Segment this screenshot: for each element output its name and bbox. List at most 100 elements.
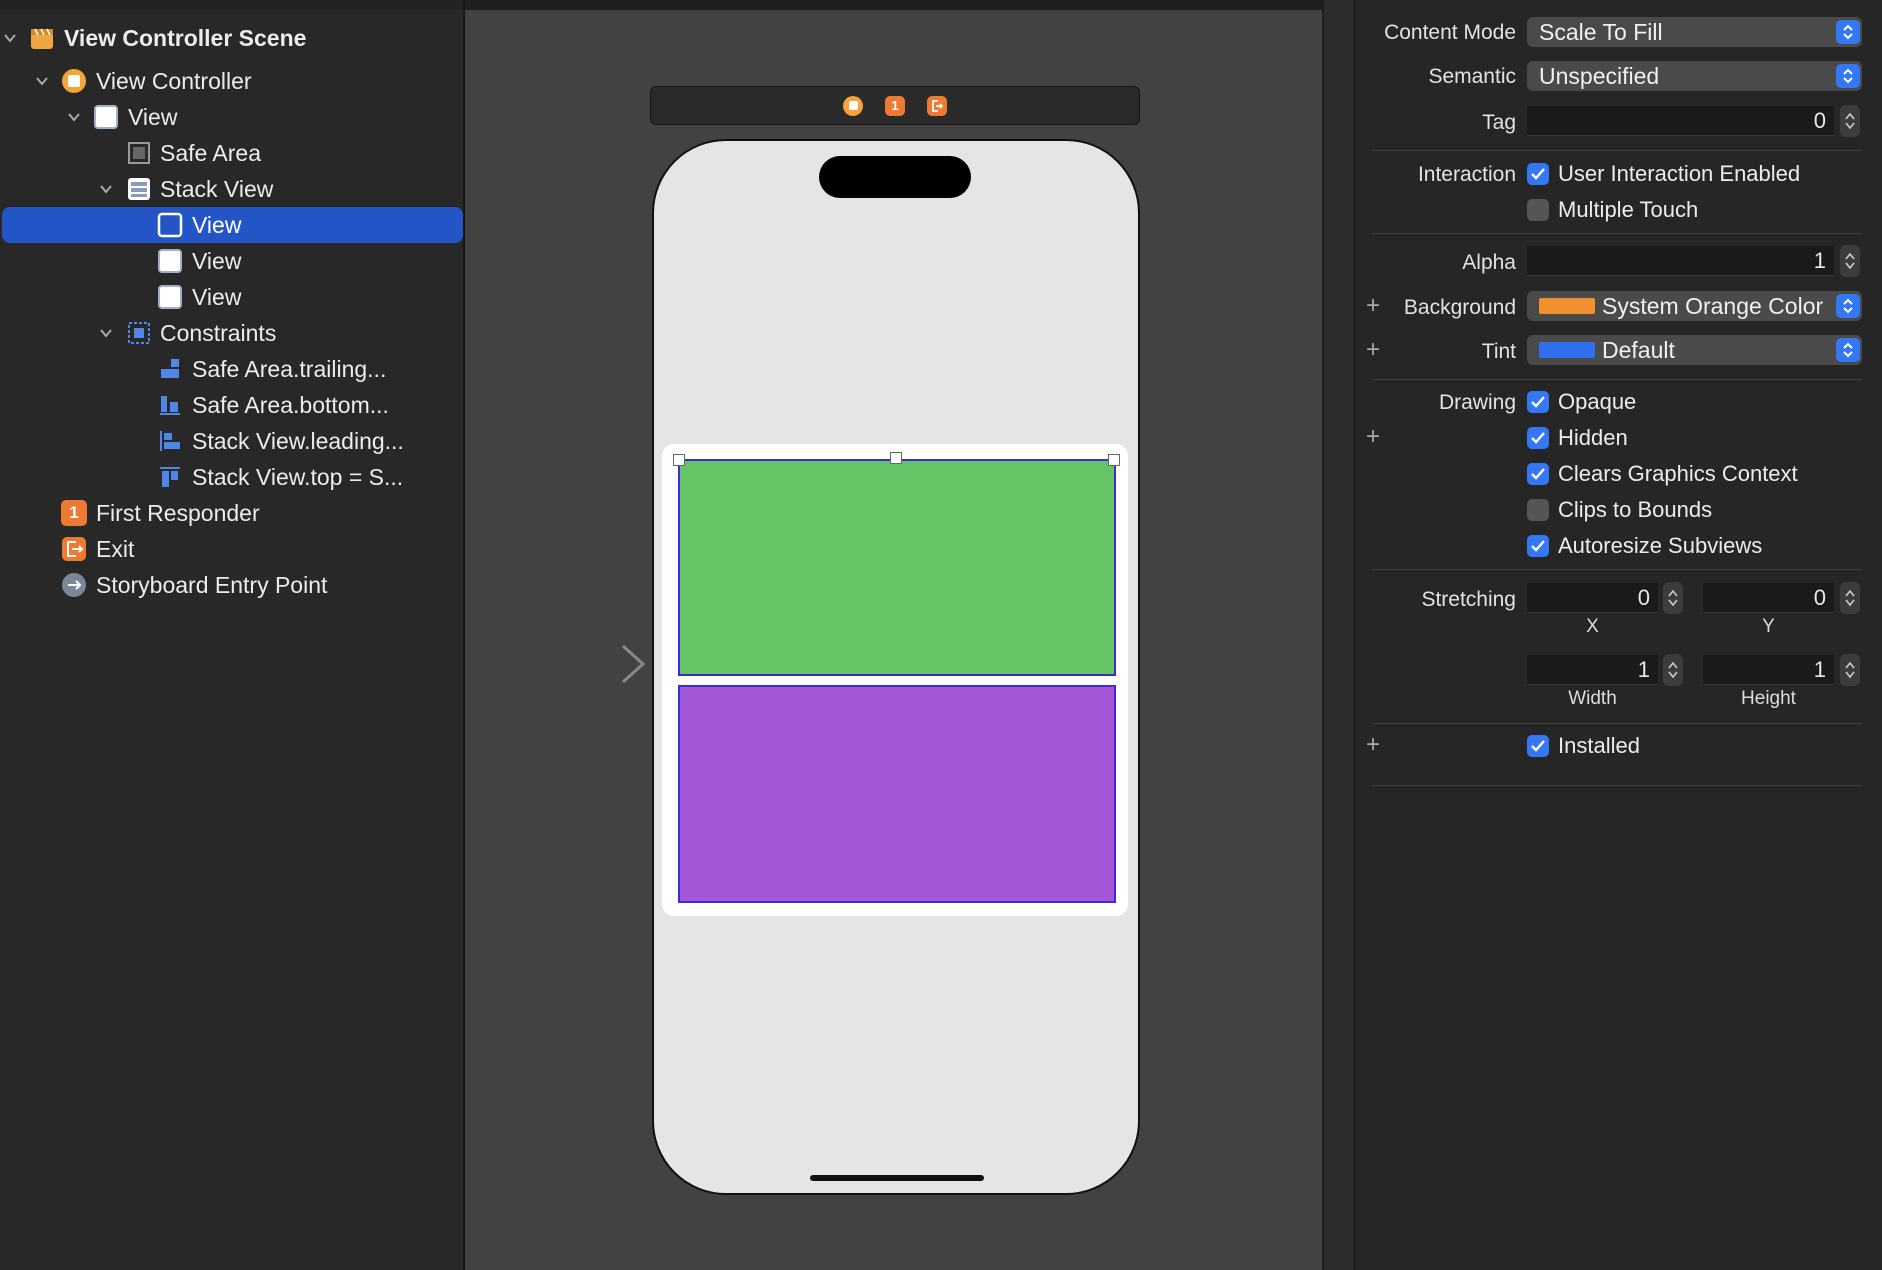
stepper-up-icon[interactable] xyxy=(1845,112,1855,120)
stretching-y-field[interactable]: 0 xyxy=(1703,583,1834,613)
stretching-width-field[interactable]: 1 xyxy=(1527,655,1658,685)
tint-color-popup[interactable]: Default xyxy=(1527,335,1862,365)
multiple-touch-checkbox[interactable] xyxy=(1527,199,1549,221)
iphone-frame[interactable] xyxy=(652,139,1140,1195)
outline-item-constraint[interactable]: Safe Area.trailing... xyxy=(0,351,463,387)
outline-item-label: View xyxy=(128,103,178,130)
stretching-x-field[interactable]: 0 xyxy=(1527,583,1658,613)
outline-item-label: Stack View.leading... xyxy=(192,427,404,454)
outline-item-label: Stack View xyxy=(160,175,274,202)
exit-icon[interactable] xyxy=(927,95,947,116)
alpha-field[interactable]: 1 xyxy=(1527,246,1834,276)
outline-item-root-view[interactable]: View xyxy=(0,99,463,135)
chevron-down-icon[interactable] xyxy=(96,179,116,199)
tag-stepper[interactable] xyxy=(1840,105,1860,137)
outline-top-strip xyxy=(0,0,463,10)
chevron-down-icon[interactable] xyxy=(96,323,116,343)
first-responder-icon: 1 xyxy=(61,500,87,526)
semantic-popup[interactable]: Unspecified xyxy=(1527,61,1862,91)
stepper-down-icon[interactable] xyxy=(1668,671,1678,679)
autoresize-subviews-label: Autoresize Subviews xyxy=(1558,533,1763,558)
outline-item-view[interactable]: View xyxy=(0,279,463,315)
stretching-height-field[interactable]: 1 xyxy=(1703,655,1834,685)
stepper-down-icon[interactable] xyxy=(1668,599,1678,607)
stepper-down-icon[interactable] xyxy=(1845,599,1855,607)
constraint-trailing-icon xyxy=(157,356,183,382)
tint-color-value: Default xyxy=(1602,336,1675,363)
stepper-down-icon[interactable] xyxy=(1845,262,1855,270)
autoresize-subviews-checkbox[interactable] xyxy=(1527,535,1549,557)
view-icon xyxy=(93,104,119,130)
add-variation-plus-icon[interactable]: + xyxy=(1366,731,1380,759)
entry-point-arrow-icon[interactable] xyxy=(527,644,647,684)
stepper-up-icon[interactable] xyxy=(1668,589,1678,597)
resize-handle[interactable] xyxy=(890,452,902,464)
clears-graphics-context-label: Clears Graphics Context xyxy=(1558,461,1798,486)
semantic-value: Unspecified xyxy=(1539,62,1660,89)
stepper-up-icon[interactable] xyxy=(1668,661,1678,669)
hidden-checkbox[interactable] xyxy=(1527,427,1549,449)
stretching-y-caption: Y xyxy=(1762,616,1775,637)
outline-item-first-responder[interactable]: 1 First Responder xyxy=(0,495,463,531)
scene-dock[interactable]: 1 xyxy=(650,86,1140,125)
outline-item-view-controller[interactable]: View Controller xyxy=(0,63,463,99)
background-color-popup[interactable]: System Orange Color xyxy=(1527,291,1862,321)
clips-to-bounds-checkbox[interactable] xyxy=(1527,499,1549,521)
outline-item-label: Safe Area.trailing... xyxy=(192,355,387,382)
canvas-top-bar xyxy=(465,0,1322,10)
stretching-x-stepper[interactable] xyxy=(1663,582,1683,614)
outline-item-storyboard-entry-point[interactable]: Storyboard Entry Point xyxy=(0,567,463,603)
add-variation-plus-icon[interactable]: + xyxy=(1366,423,1380,451)
outline-item-constraints[interactable]: Constraints xyxy=(0,315,463,351)
view-controller-icon[interactable] xyxy=(843,95,863,116)
popup-chevrons-icon xyxy=(1836,20,1860,44)
popup-chevrons-icon xyxy=(1836,338,1860,362)
first-responder-badge: 1 xyxy=(61,500,87,526)
installed-checkbox[interactable] xyxy=(1527,735,1549,757)
user-interaction-checkbox[interactable] xyxy=(1527,163,1549,185)
resize-handle[interactable] xyxy=(1108,454,1120,466)
scene-icon xyxy=(29,25,55,51)
document-outline: View Controller Scene View Controller Vi… xyxy=(0,0,465,1270)
stepper-down-icon[interactable] xyxy=(1845,671,1855,679)
section-divider xyxy=(1372,233,1862,234)
outline-item-constraint[interactable]: Stack View.leading... xyxy=(0,423,463,459)
green-view[interactable] xyxy=(678,459,1116,676)
outline-item-safe-area[interactable]: Safe Area xyxy=(0,135,463,171)
stack-view[interactable] xyxy=(662,444,1128,916)
opaque-checkbox[interactable] xyxy=(1527,391,1549,413)
outline-item-view-controller-scene[interactable]: View Controller Scene xyxy=(0,20,463,56)
stretching-width-stepper[interactable] xyxy=(1663,654,1683,686)
tag-field[interactable]: 0 xyxy=(1527,106,1834,136)
clears-graphics-context-checkbox[interactable] xyxy=(1527,463,1549,485)
outline-item-label: View xyxy=(192,211,242,238)
outline-item-constraint[interactable]: Stack View.top = S... xyxy=(0,459,463,495)
stepper-up-icon[interactable] xyxy=(1845,661,1855,669)
alpha-stepper[interactable] xyxy=(1840,245,1860,277)
chevron-down-icon[interactable] xyxy=(64,107,84,127)
storyboard-canvas[interactable]: 1 xyxy=(465,0,1346,1270)
content-mode-popup[interactable]: Scale To Fill xyxy=(1527,17,1862,47)
stepper-down-icon[interactable] xyxy=(1845,122,1855,130)
resize-handle[interactable] xyxy=(673,454,685,466)
outline-item-exit[interactable]: Exit xyxy=(0,531,463,567)
purple-view[interactable] xyxy=(678,685,1116,903)
outline-item-green-view[interactable]: View xyxy=(0,207,463,243)
stretching-x-caption: X xyxy=(1586,616,1599,637)
outline-item-label: View Controller xyxy=(96,67,252,94)
stepper-up-icon[interactable] xyxy=(1845,589,1855,597)
outline-item-constraint[interactable]: Safe Area.bottom... xyxy=(0,387,463,423)
outline-item-stack-view[interactable]: Stack View xyxy=(0,171,463,207)
tag-label: Tag xyxy=(1482,111,1516,134)
exit-icon xyxy=(61,536,87,562)
pane-divider[interactable] xyxy=(1324,0,1354,1270)
interaction-label: Interaction xyxy=(1417,163,1516,186)
stepper-up-icon[interactable] xyxy=(1845,252,1855,260)
stretching-y-stepper[interactable] xyxy=(1840,582,1860,614)
popup-chevrons-icon xyxy=(1836,294,1860,318)
chevron-down-icon[interactable] xyxy=(0,28,20,48)
outline-item-view[interactable]: View xyxy=(0,243,463,279)
chevron-down-icon[interactable] xyxy=(32,71,52,91)
stretching-height-stepper[interactable] xyxy=(1840,654,1860,686)
first-responder-icon[interactable]: 1 xyxy=(885,95,905,116)
